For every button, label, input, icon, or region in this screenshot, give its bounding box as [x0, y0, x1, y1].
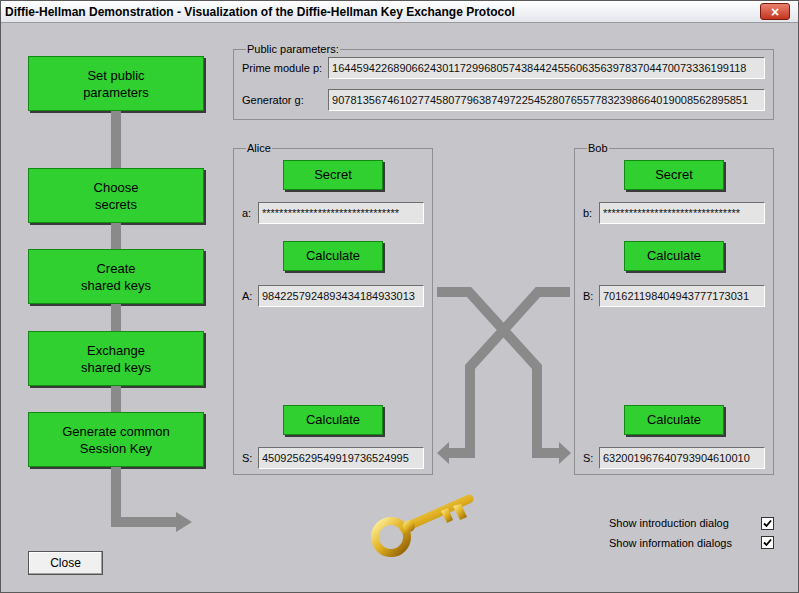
- option-row[interactable]: Show information dialogs: [609, 535, 774, 552]
- secret-label: b:: [583, 205, 597, 222]
- main-column: Public parameters: Prime module p: 1644594…: [233, 23, 774, 592]
- body: Set publicparametersChoosesecretsCreates…: [1, 23, 798, 592]
- steps-column: Set publicparametersChoosesecretsCreates…: [1, 23, 233, 592]
- step-button[interactable]: Exchangeshared keys: [28, 331, 204, 386]
- options: Show introduction dialog Show information…: [609, 515, 774, 551]
- public-key-row: A:9842257924893434184933013: [242, 285, 424, 307]
- step-label: Exchange: [87, 342, 145, 359]
- secret-row: b:********************************: [583, 202, 765, 224]
- option-row[interactable]: Show introduction dialog: [609, 515, 774, 532]
- step-connector: [111, 111, 121, 168]
- option-checkbox[interactable]: [761, 517, 774, 530]
- step-label: shared keys: [81, 277, 151, 294]
- step-button[interactable]: Generate commonSession Key: [28, 412, 204, 467]
- alice-title: Alice: [246, 142, 272, 154]
- step-connector: [111, 386, 121, 412]
- step-label: Set public: [87, 67, 144, 84]
- key-icon: [361, 477, 491, 565]
- calculate-session-button[interactable]: Calculate: [624, 405, 724, 435]
- step-label: Choose: [94, 179, 139, 196]
- secret-button[interactable]: Secret: [283, 160, 383, 190]
- bob-group: Bob Secret b:*****************************…: [574, 142, 774, 475]
- session-key-row: S:450925629549919736524995: [242, 447, 424, 469]
- calculate-public-button[interactable]: Calculate: [283, 241, 383, 271]
- public-key-row: B:701621198404943777173031: [583, 285, 765, 307]
- step-button[interactable]: Createshared keys: [28, 249, 204, 304]
- session-key-label: S:: [583, 450, 597, 467]
- title-bar: Diffie-Hellman Demonstration - Visualiza…: [1, 1, 798, 23]
- calculate-session-button[interactable]: Calculate: [283, 405, 383, 435]
- bottom-row: Show introduction dialog Show information…: [233, 475, 774, 569]
- public-parameters-group: Public parameters: Prime module p: 1644594…: [233, 43, 774, 120]
- session-key-row: S:632001967640793904610010: [583, 447, 765, 469]
- public-parameters-title: Public parameters:: [246, 43, 340, 55]
- public-key-label: A:: [242, 288, 256, 305]
- step-label: Generate common: [62, 423, 170, 440]
- parameter-label: Generator g:: [242, 92, 322, 109]
- step-label: Session Key: [80, 440, 152, 457]
- bob-title: Bob: [587, 142, 609, 154]
- secret-button[interactable]: Secret: [624, 160, 724, 190]
- parameter-label: Prime module p:: [242, 60, 322, 77]
- secret-field[interactable]: ********************************: [258, 202, 424, 224]
- public-key-field[interactable]: 701621198404943777173031: [599, 285, 765, 307]
- parameter-field[interactable]: 1644594226890662430117299680574384424556…: [328, 57, 765, 79]
- step-connector: [111, 304, 121, 331]
- step-connector: [111, 223, 121, 249]
- close-button[interactable]: Close: [28, 551, 103, 575]
- exchange-diagram: [433, 142, 574, 475]
- step-label: shared keys: [81, 359, 151, 376]
- window: Diffie-Hellman Demonstration - Visualiza…: [0, 0, 799, 593]
- check-icon: [763, 519, 772, 528]
- secret-label: a:: [242, 205, 256, 222]
- option-checkbox[interactable]: [761, 536, 774, 549]
- exchange-row: AliceSecreta:***************************…: [233, 142, 774, 475]
- session-key-field[interactable]: 450925629549919736524995: [258, 447, 424, 469]
- session-key-label: S:: [242, 450, 256, 467]
- check-icon: [763, 538, 772, 547]
- public-key-field[interactable]: 9842257924893434184933013: [258, 285, 424, 307]
- step-label: Create: [96, 260, 135, 277]
- public-key-label: B:: [583, 288, 597, 305]
- alice-group: Alice Secret a:***************************…: [233, 142, 433, 475]
- secret-row: a:********************************: [242, 202, 424, 224]
- calculate-public-button[interactable]: Calculate: [624, 241, 724, 271]
- window-title: Diffie-Hellman Demonstration - Visualiza…: [5, 3, 515, 21]
- option-label: Show introduction dialog: [609, 515, 729, 532]
- step-button[interactable]: Choosesecrets: [28, 168, 204, 223]
- step-button[interactable]: Set publicparameters: [28, 56, 204, 111]
- secret-field[interactable]: ********************************: [599, 202, 765, 224]
- parameter-field[interactable]: 9078135674610277458077963874972254528076…: [328, 89, 765, 111]
- step-label: secrets: [95, 196, 137, 213]
- flow-arrow-icon: [28, 467, 204, 537]
- option-label: Show information dialogs: [609, 535, 732, 552]
- step-label: parameters: [83, 84, 149, 101]
- exchange-arrows-icon: [433, 142, 574, 475]
- session-key-field[interactable]: 632001967640793904610010: [599, 447, 765, 469]
- close-window-button[interactable]: ×: [760, 3, 790, 20]
